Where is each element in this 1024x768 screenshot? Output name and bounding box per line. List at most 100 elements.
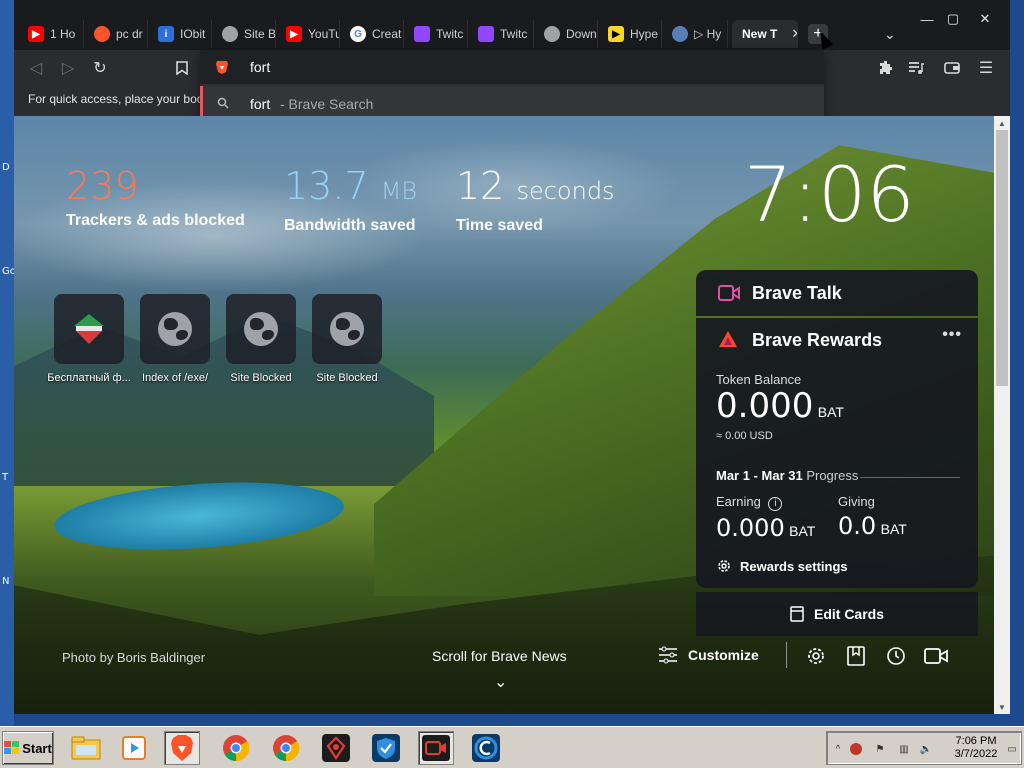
search-icon [217,97,229,112]
globe-icon [544,26,560,42]
tab-label: IObit [180,27,206,41]
rewards-settings-link[interactable]: Rewards settings [716,558,848,574]
address-bar-input[interactable] [250,58,650,76]
tab-label: 1 Ho [50,27,76,41]
history-icon[interactable] [884,644,908,668]
info-icon[interactable]: i [768,497,783,511]
top-site-tile[interactable]: Site Blocked [216,294,306,384]
more-options-icon[interactable]: ••• [942,326,962,344]
tab-label: YouTu [308,27,340,41]
reload-icon[interactable]: ↻ [88,56,112,80]
tab-pc-dr[interactable]: pc dr [84,20,148,48]
tab-iobit[interactable]: i IObit [148,20,212,48]
tab-search-dropdown-icon[interactable]: ⌄ [884,26,896,43]
customize-button[interactable]: Customize [658,646,759,664]
desktop-label: D [2,162,10,173]
scroll-down-icon[interactable]: ▼ [994,700,1010,714]
desktop-label: T [2,472,9,483]
tab-label: ▷ Hy [694,27,722,41]
tab-twitch[interactable]: Twitc [404,20,468,48]
media-player-icon[interactable] [116,731,152,765]
playlist-icon[interactable] [904,56,928,80]
tab-google-create[interactable]: G Creat [340,20,404,48]
maximize-button[interactable]: ▢ [938,10,968,28]
chrome-icon[interactable] [218,731,254,765]
rewards-settings-label: Rewards settings [740,558,848,574]
time-label: Time saved [456,217,543,234]
omnibox-popup: fort - Brave Search [200,50,824,124]
tab-download[interactable]: Down [534,20,598,48]
top-site-tile[interactable]: Index of /exe/ [130,294,220,384]
tab-hype[interactable]: ▶ Hype [598,20,662,48]
twitch-icon [478,26,494,42]
system-tray: ^ ⚑ ▥ 🔈 7:06 PM 3/7/2022 ▭ [826,731,1022,765]
file-explorer-icon[interactable] [68,731,104,765]
start-button[interactable]: Start [2,731,54,765]
page-scrollbar[interactable]: ▲ ▼ [994,116,1010,714]
iobit-malware-icon[interactable] [318,731,354,765]
scroll-up-icon[interactable]: ▲ [994,116,1010,130]
close-window-button[interactable]: ✕ [970,10,1000,28]
scroll-for-news[interactable]: Scroll for Brave News [432,648,567,664]
tab-label: pc dr [116,27,143,41]
card-icon [790,606,804,622]
bookmark-icon[interactable] [170,56,194,80]
chevron-down-icon[interactable]: ⌄ [494,672,507,692]
scroll-thumb[interactable] [996,130,1008,386]
ccleaner-icon[interactable] [468,731,504,765]
brave-rewards-card: Brave Rewards ••• Token Balance 0.000 BA… [696,318,978,588]
menu-icon[interactable]: ☰ [974,56,998,80]
tab-label: Site B [244,27,276,41]
background-image [52,473,346,559]
tab-youtube-2[interactable]: ▶ YouTu [276,20,340,48]
tab-strip: — ▢ ✕ ▶ 1 Ho pc dr i IObit Site B ▶ YouT… [14,0,1010,50]
network-icon[interactable]: ▥ [897,742,911,756]
flag-tray-icon[interactable]: ⚑ [873,742,887,756]
custom-site-icon [74,314,104,344]
tab-site-blocked[interactable]: Site B [212,20,276,48]
chrome-icon[interactable] [268,731,304,765]
browser-window: — ▢ ✕ ▶ 1 Ho pc dr i IObit Site B ▶ YouT… [14,0,1010,714]
wallet-icon[interactable] [940,56,964,80]
globe-icon [222,26,238,42]
start-label: Start [22,740,52,756]
globe-icon [244,312,278,346]
customize-label: Customize [688,647,759,663]
close-tab-icon[interactable]: ✕ [791,26,797,42]
brave-taskbar-icon[interactable] [164,731,200,765]
forward-icon[interactable]: ▷ [56,56,80,80]
shield-icon[interactable] [368,731,404,765]
bandwidth-label: Bandwidth saved [284,217,416,234]
tray-clock[interactable]: 7:06 PM 3/7/2022 [945,735,1007,761]
brave-shield-icon[interactable] [214,59,230,75]
tab-label: New T [742,27,778,41]
edit-cards-button[interactable]: Edit Cards [696,592,978,636]
clock-date: 3/7/2022 [954,748,998,760]
top-site-caption: Бесплатный ф... [47,372,131,384]
screen-recorder-icon[interactable] [418,731,454,765]
tab-twitch-2[interactable]: Twitc [468,20,534,48]
time-value: 12 [456,164,505,208]
usd-value: ≈ 0.00 USD [716,430,773,442]
top-site-tile[interactable]: Site Blocked [302,294,392,384]
show-hidden-icons-chevron[interactable]: ^ [831,742,845,756]
volume-icon[interactable]: 🔈 [919,742,933,756]
monitor-icon[interactable]: ▭ [1005,742,1019,756]
photo-credit[interactable]: Photo by Boris Baldinger [62,650,205,665]
tab-new-tab[interactable]: New T ✕ [732,20,798,48]
tab-label: Twitc [500,27,528,41]
extensions-icon[interactable] [874,56,898,80]
back-icon[interactable]: ◁ [24,56,48,80]
security-tray-icon[interactable] [849,742,863,756]
brave-talk-card[interactable]: Brave Talk [696,270,978,316]
token-balance-label: Token Balance [716,372,802,387]
tab-hy[interactable]: ▷ Hy [662,20,728,48]
bookmarks-icon[interactable] [844,644,868,668]
settings-gear-icon[interactable] [804,644,828,668]
twitch-icon [414,26,430,42]
top-site-tile[interactable]: Бесплатный ф... [44,294,134,384]
gear-icon [718,560,730,572]
brave-talk-icon[interactable] [924,644,948,668]
windows-logo-icon [4,741,20,754]
tab-youtube[interactable]: ▶ 1 Ho [18,20,84,48]
